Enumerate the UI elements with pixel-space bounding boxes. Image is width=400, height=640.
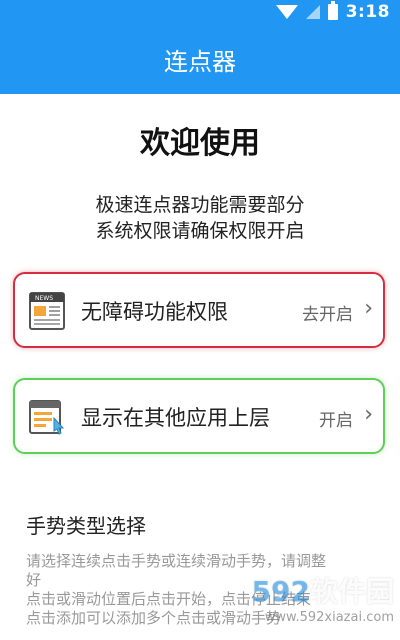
overlay-permission-label: 显示在其他应用上层 — [81, 406, 270, 430]
overlay-enable-button[interactable]: 开启 — [319, 406, 353, 431]
accessibility-permission-label: 无障碍功能权限 — [81, 300, 228, 324]
wifi-icon — [275, 5, 298, 19]
status-bar: 3:18 — [0, 0, 400, 24]
status-time: 3:18 — [345, 2, 390, 22]
status-icons: 3:18 — [275, 1, 390, 23]
accessibility-permission-card[interactable]: NEWS 无障碍功能权限 去开启 › — [13, 272, 385, 348]
gesture-hint: 请选择连续点击手势或连续滑动手势，请调整 好 点击或滑动位置后点击开始，点击停止… — [26, 552, 398, 628]
overlay-window-icon — [29, 400, 65, 435]
app-bar: 连点器 — [0, 24, 400, 94]
signal-icon — [305, 5, 320, 19]
gesture-hint-line-1: 请选择连续点击手势或连续滑动手势，请调整 — [26, 552, 327, 570]
svg-text:NEWS: NEWS — [35, 295, 53, 302]
welcome-line-1: 极速连点器功能需要部分 — [95, 194, 305, 216]
accessibility-enable-button[interactable]: 去开启 — [302, 300, 353, 325]
chevron-right-icon: › — [364, 402, 373, 427]
gesture-section-title: 手势类型选择 — [26, 514, 146, 538]
gesture-hint-line-3: 点击或滑动位置后点击开始，点击停止结束 — [26, 590, 312, 608]
gesture-hint-line-4: 点击添加可以添加多个点击或滑动手势 — [26, 609, 282, 627]
welcome-line-2: 系统权限请确保权限开启 — [95, 220, 305, 242]
app-title: 连点器 — [164, 47, 236, 76]
overlay-permission-card[interactable]: 显示在其他应用上层 开启 › — [13, 378, 385, 454]
welcome-description: 极速连点器功能需要部分 系统权限请确保权限开启 — [0, 192, 400, 244]
news-icon: NEWS — [29, 292, 65, 330]
gesture-hint-line-2: 好 — [26, 571, 42, 589]
welcome-title: 欢迎使用 — [140, 126, 260, 161]
battery-icon — [327, 1, 338, 20]
chevron-right-icon: › — [364, 296, 373, 321]
